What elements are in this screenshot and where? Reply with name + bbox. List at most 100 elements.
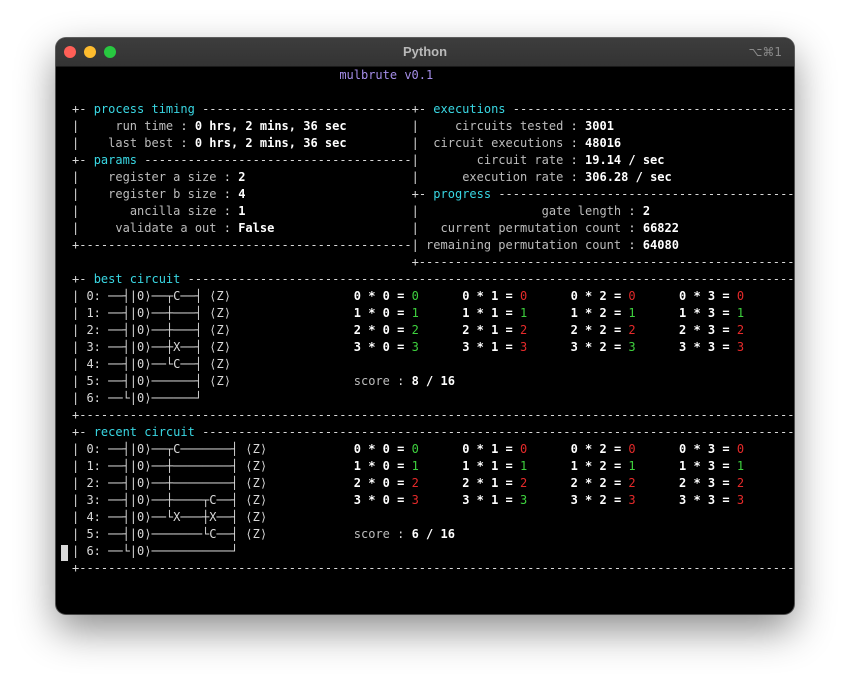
circuit-wire: 2: ──┤|0⟩──┼───┤ ⟨Z⟩ — [86, 323, 231, 337]
window-title: Python — [402, 44, 448, 59]
field-value: False — [238, 221, 275, 235]
result-value: 2 — [628, 476, 636, 490]
result-value: 0 — [411, 289, 419, 303]
score-value: 6 / 16 — [411, 527, 455, 541]
recent_circuit-line: | 0: ──┤|0⟩──┬C───────┤ ⟨Z⟩ 0 * 0 = 0 0 … — [72, 442, 745, 456]
terminal-cursor — [61, 545, 68, 561]
circuit-wire: 5: ──┤|0⟩──────┤ ⟨Z⟩ — [86, 374, 231, 388]
best_circuit-line: +- best circuit ------------------------… — [72, 272, 794, 286]
status-line: +- params ------------------------------… — [72, 153, 665, 167]
best_circuit-line: +---------------------------------------… — [72, 408, 794, 422]
recent_circuit-line: +- recent circuit ----------------------… — [72, 425, 794, 439]
result-expr: 1 * 2 = — [570, 459, 622, 473]
result-expr: 0 * 0 = — [353, 289, 405, 303]
field-value: 3001 — [585, 119, 614, 133]
result-expr: 1 * 1 = — [462, 459, 513, 473]
best_circuit-line: | 2: ──┤|0⟩──┼───┤ ⟨Z⟩ 2 * 0 = 2 2 * 1 =… — [72, 323, 745, 337]
result-expr: 0 * 3 = — [679, 442, 730, 456]
app-title: mulbrute v0.1 — [339, 68, 434, 82]
result-expr: 3 * 0 = — [353, 493, 405, 507]
section-header: progress — [433, 187, 492, 201]
section-header: process timing — [93, 102, 195, 116]
result-expr: 1 * 2 = — [570, 306, 622, 320]
recent_circuit-line: | 4: ──┤|0⟩──└X───┼X──┤ ⟨Z⟩ | — [72, 510, 268, 524]
result-expr: 0 * 0 = — [353, 442, 405, 456]
result-expr: 1 * 0 = — [353, 459, 405, 473]
window-shortcut: ⌥⌘1 — [748, 45, 782, 59]
result-expr: 3 * 2 = — [570, 493, 622, 507]
best_circuit-line: | 6: ──└|0⟩──────┘ | — [72, 391, 203, 405]
result-value: 3 — [628, 493, 636, 507]
terminal-window: Python ⌥⌘1 mulbrute v0.1 +- process timin… — [56, 38, 794, 614]
terminal-output[interactable]: mulbrute v0.1 +- process timing ---------… — [72, 67, 794, 577]
result-value: 1 — [628, 459, 636, 473]
circuit-wire: 6: ──└|0⟩───────────┘ — [86, 544, 239, 558]
field-value: 0 hrs, 2 mins, 36 sec — [194, 136, 347, 150]
result-value: 0 — [628, 289, 636, 303]
field-label: ancilla size — [129, 204, 217, 218]
field-value: 306.28 / sec — [585, 170, 672, 184]
status-line: | run time : 0 hrs, 2 mins, 36 sec | cir… — [72, 119, 614, 133]
result-value: 0 — [628, 442, 636, 456]
best_circuit-line: | 4: ──┤|0⟩──└C──┤ ⟨Z⟩ | — [72, 357, 231, 371]
circuit-wire: 1: ──┤|0⟩──┼───┤ ⟨Z⟩ — [86, 306, 231, 320]
field-label: run time — [115, 119, 174, 133]
result-value: 1 — [736, 306, 745, 320]
field-label: execution rate — [462, 170, 564, 184]
result-expr: 2 * 0 = — [353, 323, 405, 337]
field-label: gate length — [541, 204, 622, 218]
best_circuit-line: | 5: ──┤|0⟩──────┤ ⟨Z⟩ score : 8 / 16 | — [72, 374, 455, 388]
section-header: executions — [433, 102, 506, 116]
field-value: 0 hrs, 2 mins, 36 sec — [194, 119, 347, 133]
field-label: circuit executions — [433, 136, 564, 150]
result-expr: 2 * 3 = — [679, 323, 730, 337]
best_circuit-line: | 0: ──┤|0⟩──┬C──┤ ⟨Z⟩ 0 * 0 = 0 0 * 1 =… — [72, 289, 745, 303]
result-expr: 1 * 1 = — [462, 306, 513, 320]
section-header: best circuit — [93, 272, 181, 286]
result-expr: 0 * 1 = — [462, 289, 513, 303]
field-label: remaining permutation count — [426, 238, 622, 252]
score-value: 8 / 16 — [411, 374, 455, 388]
result-value: 3 — [411, 340, 419, 354]
result-value: 3 — [736, 493, 745, 507]
circuit-wire: 3: ──┤|0⟩──┼────┬C──┤ ⟨Z⟩ — [86, 493, 268, 507]
field-label: current permutation count — [440, 221, 622, 235]
field-value: 66822 — [642, 221, 679, 235]
section-header: recent circuit — [93, 425, 195, 439]
result-value: 1 — [411, 306, 419, 320]
field-label: validate a out — [115, 221, 217, 235]
circuit-wire: 0: ──┤|0⟩──┬C───────┤ ⟨Z⟩ — [86, 442, 268, 456]
result-value: 1 — [411, 459, 419, 473]
result-expr: 0 * 1 = — [462, 442, 513, 456]
field-value: 19.14 / sec — [585, 153, 665, 167]
field-label: register b size — [108, 187, 217, 201]
circuit-wire: 6: ──└|0⟩──────┘ — [86, 391, 203, 405]
result-value: 0 — [736, 289, 745, 303]
status-line: | ancilla size : 1 | gate length : 2 | — [72, 204, 651, 218]
result-value: 3 — [736, 340, 745, 354]
result-expr: 3 * 1 = — [462, 493, 513, 507]
score-label: score — [353, 374, 390, 388]
result-expr: 0 * 3 = — [679, 289, 730, 303]
status-line: | register a size : 2 | execution rate :… — [72, 170, 672, 184]
status-line: +- process timing ----------------------… — [72, 102, 794, 116]
best_circuit-line: | 3: ──┤|0⟩──┼X──┤ ⟨Z⟩ 3 * 0 = 3 3 * 1 =… — [72, 340, 745, 354]
result-expr: 3 * 2 = — [570, 340, 622, 354]
result-expr: 1 * 3 = — [679, 459, 730, 473]
section-header: params — [93, 153, 138, 167]
result-expr: 2 * 1 = — [462, 323, 513, 337]
result-expr: 0 * 2 = — [570, 289, 622, 303]
recent_circuit-line: | 5: ──┤|0⟩───────└C──┤ ⟨Z⟩ score : 6 / … — [72, 527, 455, 541]
result-expr: 2 * 2 = — [570, 476, 622, 490]
field-value: 64080 — [642, 238, 679, 252]
circuit-wire: 5: ──┤|0⟩───────└C──┤ ⟨Z⟩ — [86, 527, 268, 541]
recent_circuit-line: | 6: ──└|0⟩───────────┘ | — [72, 544, 239, 558]
field-label: circuits tested — [454, 119, 564, 133]
result-value: 2 — [411, 323, 419, 337]
result-value: 0 — [736, 442, 745, 456]
result-expr: 2 * 0 = — [353, 476, 405, 490]
result-expr: 3 * 3 = — [679, 493, 730, 507]
status-line: | register b size : 4 +- progress ------… — [72, 187, 794, 201]
result-value: 2 — [736, 323, 745, 337]
result-expr: 1 * 0 = — [353, 306, 405, 320]
